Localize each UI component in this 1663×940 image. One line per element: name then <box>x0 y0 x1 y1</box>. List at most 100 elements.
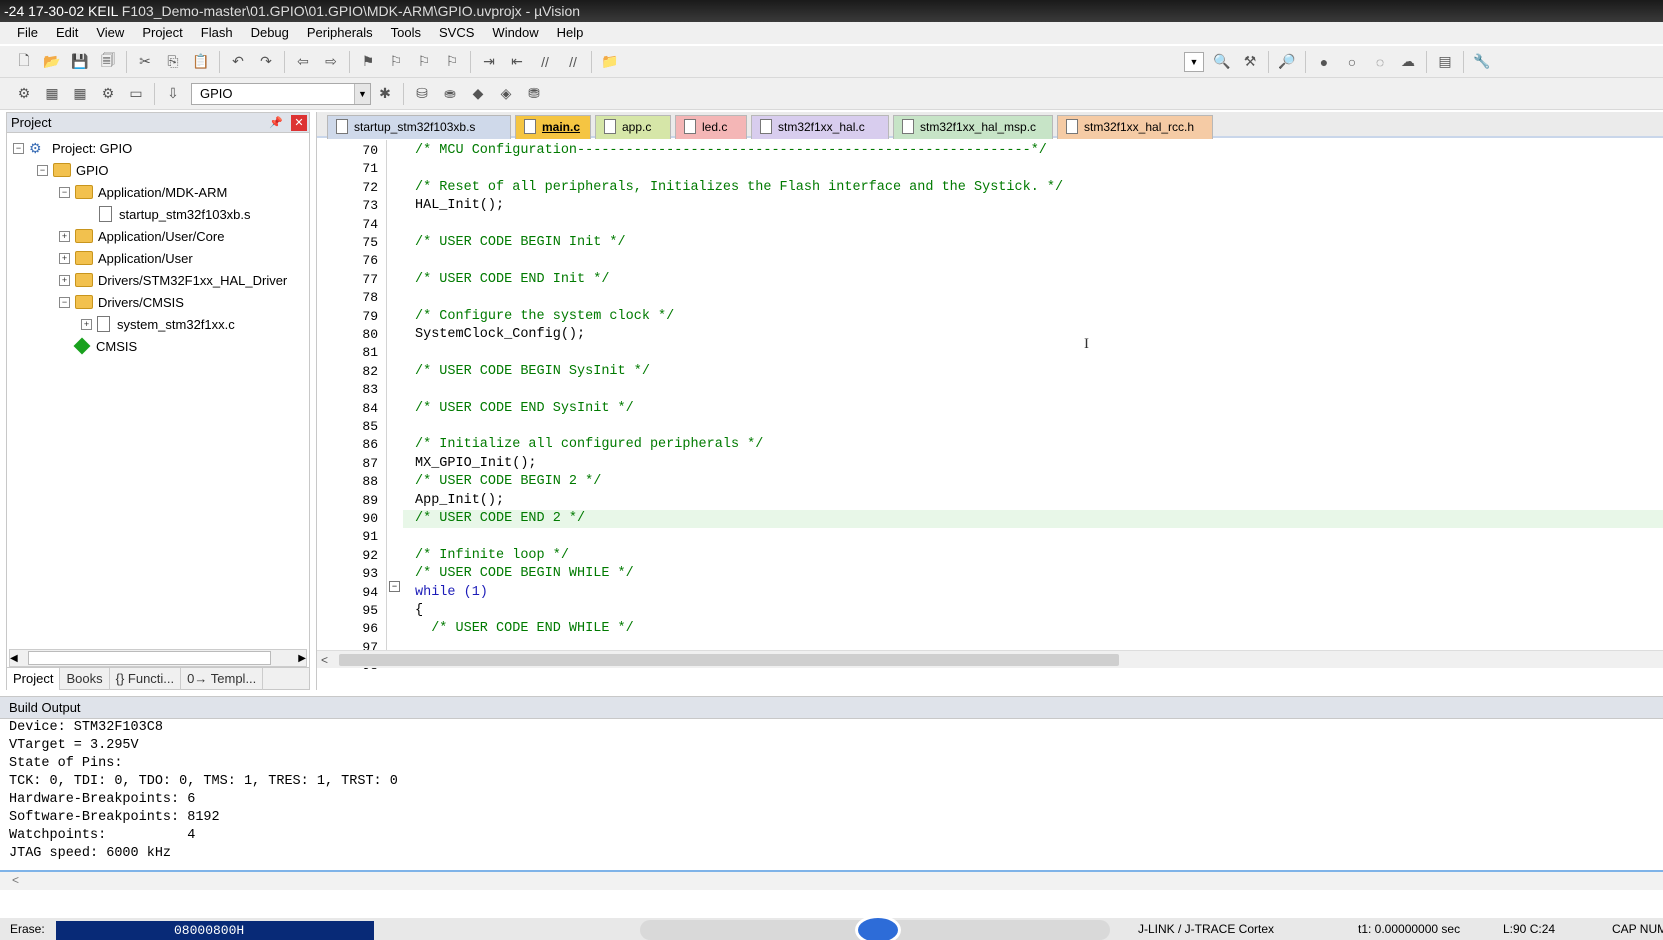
pack-installer-icon[interactable]: ◈ <box>494 82 518 106</box>
menu-peripherals[interactable]: Peripherals <box>298 22 382 44</box>
next-bookmark-icon[interactable]: ⚐ <box>412 50 436 74</box>
editor-tab[interactable]: led.c <box>675 115 747 139</box>
code-line[interactable]: /* USER CODE BEGIN SysInit */ <box>403 363 1663 381</box>
tree-node-group[interactable]: − Drivers/CMSIS <box>59 291 184 313</box>
project-hscrollbar[interactable]: ◀ ▶ <box>9 649 307 667</box>
collapse-icon[interactable]: − <box>59 186 70 198</box>
code-line[interactable]: /* USER CODE BEGIN WHILE */ <box>403 565 1663 583</box>
editor-tab[interactable]: stm32f1xx_hal_msp.c <box>893 115 1053 139</box>
disable-breakpoints-icon[interactable]: ◌ <box>1368 50 1392 74</box>
collapse-icon[interactable]: − <box>59 296 70 308</box>
menu-flash[interactable]: Flash <box>192 22 242 44</box>
code-line[interactable]: /* USER CODE END SysInit */ <box>403 400 1663 418</box>
editor-tab[interactable]: app.c <box>595 115 671 139</box>
rebuild-icon[interactable]: ▦ <box>68 82 92 106</box>
translate-icon[interactable]: ⚙ <box>12 82 36 106</box>
code-line[interactable] <box>403 381 1663 399</box>
save-all-icon[interactable]: 🗐 <box>96 50 120 74</box>
close-icon[interactable]: ✕ <box>291 114 307 131</box>
manage-components-icon[interactable]: ⛂ <box>438 82 462 106</box>
pin-icon[interactable]: 📌 <box>269 116 283 129</box>
configure-wrench-icon[interactable]: 🔧 <box>1470 50 1494 74</box>
code-line[interactable] <box>403 289 1663 307</box>
code-line[interactable] <box>403 252 1663 270</box>
code-line[interactable] <box>403 344 1663 362</box>
tree-node-file[interactable]: startup_stm32f103xb.s <box>99 203 251 225</box>
build-icon[interactable]: ▦ <box>40 82 64 106</box>
code-line[interactable]: /* Configure the system clock */ <box>403 308 1663 326</box>
redo-icon[interactable]: ↷ <box>254 50 278 74</box>
tree-node-target[interactable]: − GPIO <box>37 159 109 181</box>
menu-svcs[interactable]: SVCS <box>430 22 483 44</box>
tab-templates[interactable]: 0→ Templ... <box>181 667 264 690</box>
code-line[interactable]: { <box>403 602 1663 620</box>
code-line[interactable]: App_Init(); <box>403 492 1663 510</box>
editor-tab[interactable]: main.c <box>515 115 591 139</box>
menu-window[interactable]: Window <box>483 22 547 44</box>
prev-bookmark-icon[interactable]: ⚐ <box>384 50 408 74</box>
paste-icon[interactable]: 📋 <box>189 50 213 74</box>
scroll-thumb[interactable] <box>28 651 271 665</box>
comment-icon[interactable]: // <box>533 50 557 74</box>
select-packs-icon[interactable]: ◆ <box>466 82 490 106</box>
expand-icon[interactable]: + <box>59 274 70 286</box>
tree-node-group[interactable]: + Application/User/Core <box>59 225 224 247</box>
code-line[interactable]: while (1) <box>403 584 1663 602</box>
window-layout-icon[interactable]: ▤ <box>1433 50 1457 74</box>
bookmark-icon[interactable]: ⚑ <box>356 50 380 74</box>
tree-node-project[interactable]: − ⚙ Project: GPIO <box>13 137 132 159</box>
insert-breakpoint-icon[interactable]: ● <box>1312 50 1336 74</box>
cut-icon[interactable]: ✂ <box>133 50 157 74</box>
code-line[interactable]: SystemClock_Config(); <box>403 326 1663 344</box>
unindent-icon[interactable]: ⇤ <box>505 50 529 74</box>
stop-build-icon[interactable]: ▭ <box>124 82 148 106</box>
code-line[interactable] <box>403 160 1663 178</box>
open-folder-icon[interactable]: 📂 <box>40 50 64 74</box>
target-options-icon[interactable]: ✱ <box>373 82 397 106</box>
code-line[interactable]: /* Infinite loop */ <box>403 547 1663 565</box>
menu-help[interactable]: Help <box>548 22 593 44</box>
menu-debug[interactable]: Debug <box>242 22 298 44</box>
navigate-forward-icon[interactable]: ⇨ <box>319 50 343 74</box>
menu-view[interactable]: View <box>87 22 133 44</box>
collapse-icon[interactable]: − <box>37 164 48 176</box>
menu-project[interactable]: Project <box>133 22 191 44</box>
expand-icon[interactable]: + <box>59 252 70 264</box>
code-line[interactable]: /* USER CODE BEGIN Init */ <box>403 234 1663 252</box>
copy-icon[interactable]: ⎘ <box>161 50 185 74</box>
scroll-left-icon[interactable]: < <box>321 651 328 669</box>
scroll-thumb[interactable] <box>339 654 1119 666</box>
manage-rte-icon[interactable]: ⛃ <box>522 82 546 106</box>
fold-collapse-icon[interactable]: − <box>389 581 400 592</box>
tree-node-group[interactable]: + Drivers/STM32F1xx_HAL_Driver <box>59 269 287 291</box>
debug-session-icon[interactable]: 🔎 <box>1275 50 1299 74</box>
navigate-back-icon[interactable]: ⇦ <box>291 50 315 74</box>
code-line[interactable] <box>403 528 1663 546</box>
scroll-left-icon[interactable]: ◀ <box>10 653 18 664</box>
kill-breakpoints-icon[interactable]: ☁ <box>1396 50 1420 74</box>
tab-functions[interactable]: {} Functi... <box>110 667 182 690</box>
find-icon[interactable]: 🔍 <box>1210 50 1234 74</box>
tree-node-group[interactable]: − Application/MDK-ARM <box>59 181 227 203</box>
tab-books[interactable]: Books <box>60 667 110 690</box>
uncomment-icon[interactable]: // <box>561 50 585 74</box>
file-extensions-icon[interactable]: ⛁ <box>410 82 434 106</box>
code-line[interactable]: /* USER CODE END Init */ <box>403 271 1663 289</box>
expand-icon[interactable]: + <box>81 318 92 330</box>
editor-tab[interactable]: stm32f1xx_hal.c <box>751 115 889 139</box>
code-line[interactable]: /* USER CODE BEGIN 2 */ <box>403 473 1663 491</box>
menu-tools[interactable]: Tools <box>382 22 430 44</box>
code-line[interactable]: HAL_Init(); <box>403 197 1663 215</box>
code-line[interactable]: /* USER CODE END WHILE */ <box>403 620 1663 638</box>
scroll-left-icon[interactable]: < <box>12 873 19 887</box>
find-combo-dropdown[interactable]: ▼ <box>1184 51 1204 72</box>
code-line[interactable]: /* Reset of all peripherals, Initializes… <box>403 179 1663 197</box>
tree-node-component[interactable]: CMSIS <box>73 335 137 357</box>
target-select[interactable]: GPIO ▼ <box>191 82 371 105</box>
new-file-icon[interactable]: 🗋 <box>12 50 36 74</box>
code-line[interactable]: /* MCU Configuration--------------------… <box>403 142 1663 160</box>
incremental-find-icon[interactable]: ⚒ <box>1238 50 1262 74</box>
tree-node-group[interactable]: + Application/User <box>59 247 193 269</box>
enable-breakpoint-icon[interactable]: ○ <box>1340 50 1364 74</box>
editor-hscrollbar[interactable]: < <box>317 650 1663 668</box>
